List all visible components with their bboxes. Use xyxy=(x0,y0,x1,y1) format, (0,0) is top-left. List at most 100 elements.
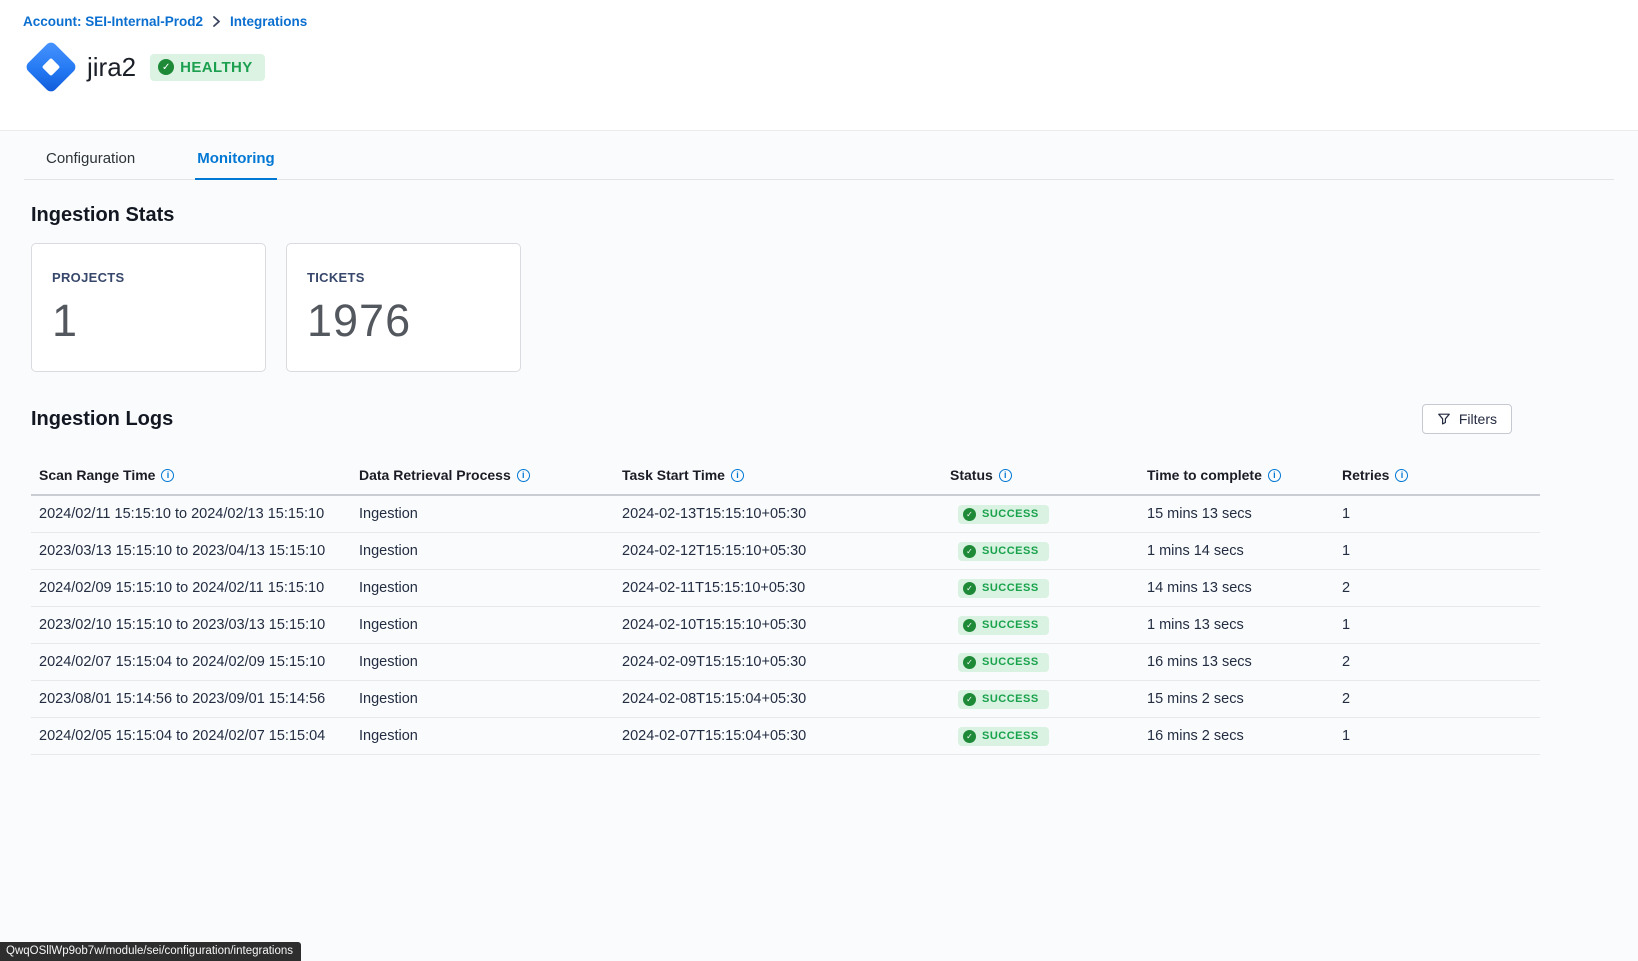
page-title: jira2 xyxy=(87,52,136,83)
cell-task-start-time: 2024-02-11T15:15:10+05:30 xyxy=(622,580,950,596)
column-header-label: Task Start Time xyxy=(622,467,725,483)
cell-status: ✓ SUCCESS xyxy=(950,579,1147,598)
cell-scan-range-time: 2023/02/10 15:15:10 to 2023/03/13 15:15:… xyxy=(31,617,359,633)
cell-time-to-complete: 15 mins 13 secs xyxy=(1147,506,1342,522)
column-header-label: Status xyxy=(950,467,993,483)
cell-retries: 2 xyxy=(1342,580,1540,596)
stat-value: 1 xyxy=(52,295,245,347)
cell-time-to-complete: 14 mins 13 secs xyxy=(1147,580,1342,596)
tab-monitoring[interactable]: Monitoring xyxy=(195,137,276,180)
column-header-label: Data Retrieval Process xyxy=(359,467,511,483)
ingestion-stats-heading: Ingestion Stats xyxy=(31,204,1638,227)
cell-scan-range-time: 2024/02/11 15:15:10 to 2024/02/13 15:15:… xyxy=(31,506,359,522)
cell-status: ✓ SUCCESS xyxy=(950,727,1147,746)
check-icon: ✓ xyxy=(963,545,976,558)
breadcrumb: Account: SEI-Internal-Prod2 Integrations xyxy=(23,14,1638,29)
cell-retries: 1 xyxy=(1342,543,1540,559)
status-badge-label: SUCCESS xyxy=(982,656,1039,668)
status-badge: ✓ SUCCESS xyxy=(958,690,1049,709)
stat-label: TICKETS xyxy=(307,270,500,285)
column-header-scan-range-time: Scan Range Time i xyxy=(31,467,359,483)
filters-button-label: Filters xyxy=(1459,411,1497,427)
cell-data-retrieval-process: Ingestion xyxy=(359,506,622,522)
cell-data-retrieval-process: Ingestion xyxy=(359,728,622,744)
breadcrumb-integrations-link[interactable]: Integrations xyxy=(230,14,307,29)
cell-retries: 2 xyxy=(1342,654,1540,670)
cell-data-retrieval-process: Ingestion xyxy=(359,617,622,633)
health-status-badge: ✓ HEALTHY xyxy=(150,54,265,81)
check-icon: ✓ xyxy=(963,730,976,743)
info-icon[interactable]: i xyxy=(517,469,530,482)
tabbar: Configuration Monitoring xyxy=(24,137,1614,180)
stat-label: PROJECTS xyxy=(52,270,245,285)
cell-task-start-time: 2024-02-09T15:15:10+05:30 xyxy=(622,654,950,670)
health-badge-label: HEALTHY xyxy=(180,59,253,76)
cell-data-retrieval-process: Ingestion xyxy=(359,543,622,559)
status-badge-label: SUCCESS xyxy=(982,545,1039,557)
ingestion-logs-table: Scan Range TimeiData Retrieval ProcessiT… xyxy=(31,452,1540,755)
link-preview-status-bar: QwqOSllWp9ob7w/module/sei/configuration/… xyxy=(0,942,301,961)
cell-status: ✓ SUCCESS xyxy=(950,653,1147,672)
column-header-retries: Retries i xyxy=(1342,467,1540,483)
cell-status: ✓ SUCCESS xyxy=(950,505,1147,524)
check-icon: ✓ xyxy=(963,619,976,632)
table-row: 2024/02/05 15:15:04 to 2024/02/07 15:15:… xyxy=(31,718,1540,755)
tab-configuration[interactable]: Configuration xyxy=(44,137,137,180)
check-icon: ✓ xyxy=(963,582,976,595)
cell-scan-range-time: 2024/02/07 15:15:04 to 2024/02/09 15:15:… xyxy=(31,654,359,670)
stat-card-projects: PROJECTS 1 xyxy=(31,243,266,372)
table-row: 2023/03/13 15:15:10 to 2023/04/13 15:15:… xyxy=(31,533,1540,570)
cell-status: ✓ SUCCESS xyxy=(950,616,1147,635)
cell-task-start-time: 2024-02-10T15:15:10+05:30 xyxy=(622,617,950,633)
status-badge: ✓ SUCCESS xyxy=(958,505,1049,524)
cell-retries: 1 xyxy=(1342,728,1540,744)
cell-scan-range-time: 2024/02/05 15:15:04 to 2024/02/07 15:15:… xyxy=(31,728,359,744)
check-icon: ✓ xyxy=(158,59,174,75)
status-badge-label: SUCCESS xyxy=(982,582,1039,594)
info-icon[interactable]: i xyxy=(731,469,744,482)
status-badge-label: SUCCESS xyxy=(982,730,1039,742)
info-icon[interactable]: i xyxy=(999,469,1012,482)
stat-card-tickets: TICKETS1976 xyxy=(286,243,521,372)
info-icon[interactable]: i xyxy=(161,469,174,482)
ingestion-stats-cards: PROJECTS 1 TICKETS1976 xyxy=(31,243,1638,372)
column-header-label: Retries xyxy=(1342,467,1389,483)
cell-task-start-time: 2024-02-12T15:15:10+05:30 xyxy=(622,543,950,559)
breadcrumb-account-link[interactable]: Account: SEI-Internal-Prod2 xyxy=(23,14,203,29)
cell-task-start-time: 2024-02-13T15:15:10+05:30 xyxy=(622,506,950,522)
filters-button[interactable]: Filters xyxy=(1422,404,1512,434)
status-badge: ✓ SUCCESS xyxy=(958,542,1049,561)
cell-retries: 1 xyxy=(1342,506,1540,522)
cell-status: ✓ SUCCESS xyxy=(950,690,1147,709)
cell-retries: 2 xyxy=(1342,691,1540,707)
info-icon[interactable]: i xyxy=(1268,469,1281,482)
cell-data-retrieval-process: Ingestion xyxy=(359,654,622,670)
status-badge: ✓ SUCCESS xyxy=(958,727,1049,746)
cell-time-to-complete: 16 mins 13 secs xyxy=(1147,654,1342,670)
check-icon: ✓ xyxy=(963,693,976,706)
cell-time-to-complete: 16 mins 2 secs xyxy=(1147,728,1342,744)
cell-task-start-time: 2024-02-08T15:15:04+05:30 xyxy=(622,691,950,707)
cell-scan-range-time: 2024/02/09 15:15:10 to 2024/02/11 15:15:… xyxy=(31,580,359,596)
column-header-data-retrieval-process: Data Retrieval Process i xyxy=(359,467,622,483)
status-badge-label: SUCCESS xyxy=(982,508,1039,520)
status-badge: ✓ SUCCESS xyxy=(958,653,1049,672)
status-badge-label: SUCCESS xyxy=(982,693,1039,705)
jira-logo-icon xyxy=(23,39,79,95)
check-icon: ✓ xyxy=(963,656,976,669)
cell-time-to-complete: 1 mins 14 secs xyxy=(1147,543,1342,559)
info-icon[interactable]: i xyxy=(1395,469,1408,482)
column-header-task-start-time: Task Start Time i xyxy=(622,467,950,483)
column-header-status: Statusi xyxy=(950,467,1147,483)
status-badge: ✓ SUCCESS xyxy=(958,579,1049,598)
table-row: 2024/02/09 15:15:10 to 2024/02/11 15:15:… xyxy=(31,570,1540,607)
table-row: 2024/02/07 15:15:04 to 2024/02/09 15:15:… xyxy=(31,644,1540,681)
cell-data-retrieval-process: Ingestion xyxy=(359,580,622,596)
check-icon: ✓ xyxy=(963,508,976,521)
table-header-row: Scan Range TimeiData Retrieval ProcessiT… xyxy=(31,452,1540,496)
cell-time-to-complete: 15 mins 2 secs xyxy=(1147,691,1342,707)
status-badge-label: SUCCESS xyxy=(982,619,1039,631)
column-header-label: Scan Range Time xyxy=(39,467,155,483)
table-row: 2023/08/01 15:14:56 to 2023/09/01 15:14:… xyxy=(31,681,1540,718)
table-row: 2024/02/11 15:15:10 to 2024/02/13 15:15:… xyxy=(31,496,1540,533)
